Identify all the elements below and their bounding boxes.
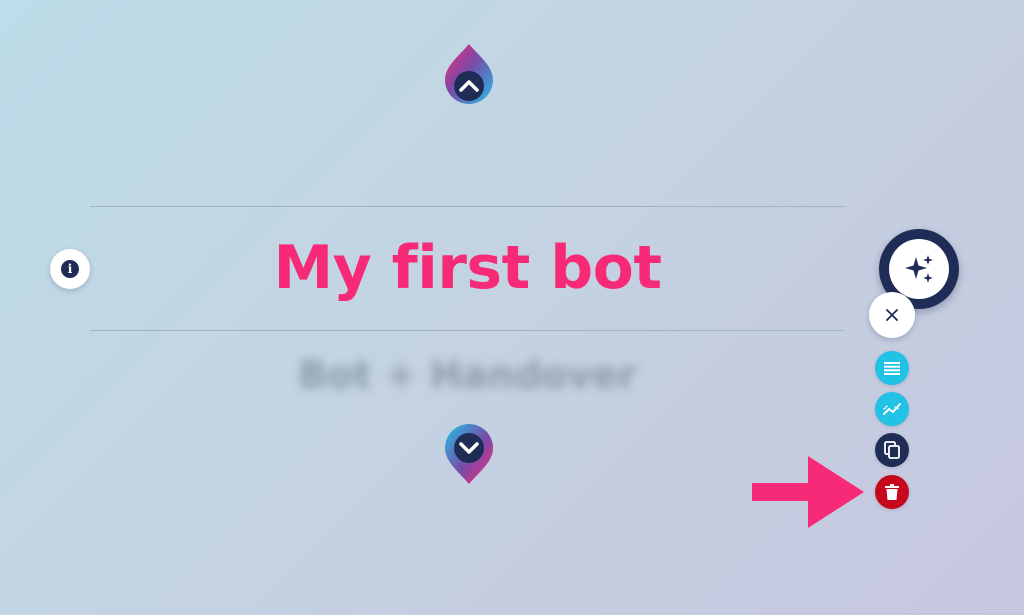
- divider-top: [90, 206, 845, 207]
- duplicate-button[interactable]: [875, 433, 909, 467]
- stats-button[interactable]: [875, 392, 909, 426]
- stats-icon: [883, 403, 901, 415]
- bot-subtitle: Bot + Handover: [298, 353, 637, 397]
- previous-bot-button[interactable]: [439, 44, 499, 116]
- bot-title: My first bot: [273, 233, 662, 303]
- sparkles-icon: [905, 255, 933, 283]
- copy-icon: [884, 441, 900, 459]
- close-icon: [886, 309, 898, 321]
- trash-icon: [885, 484, 899, 500]
- annotation-arrow: [752, 456, 864, 528]
- info-icon: i: [61, 260, 79, 278]
- next-bot-button[interactable]: [439, 418, 499, 490]
- info-button[interactable]: i: [50, 249, 90, 289]
- list-icon: [884, 362, 900, 375]
- chevron-up-pin-icon: [445, 44, 493, 104]
- chevron-down-pin-icon: [445, 424, 493, 484]
- divider-bottom: [90, 330, 845, 331]
- delete-button[interactable]: [875, 475, 909, 509]
- list-button[interactable]: [875, 351, 909, 385]
- close-button[interactable]: [869, 292, 915, 338]
- arrow-right-icon: [752, 456, 864, 528]
